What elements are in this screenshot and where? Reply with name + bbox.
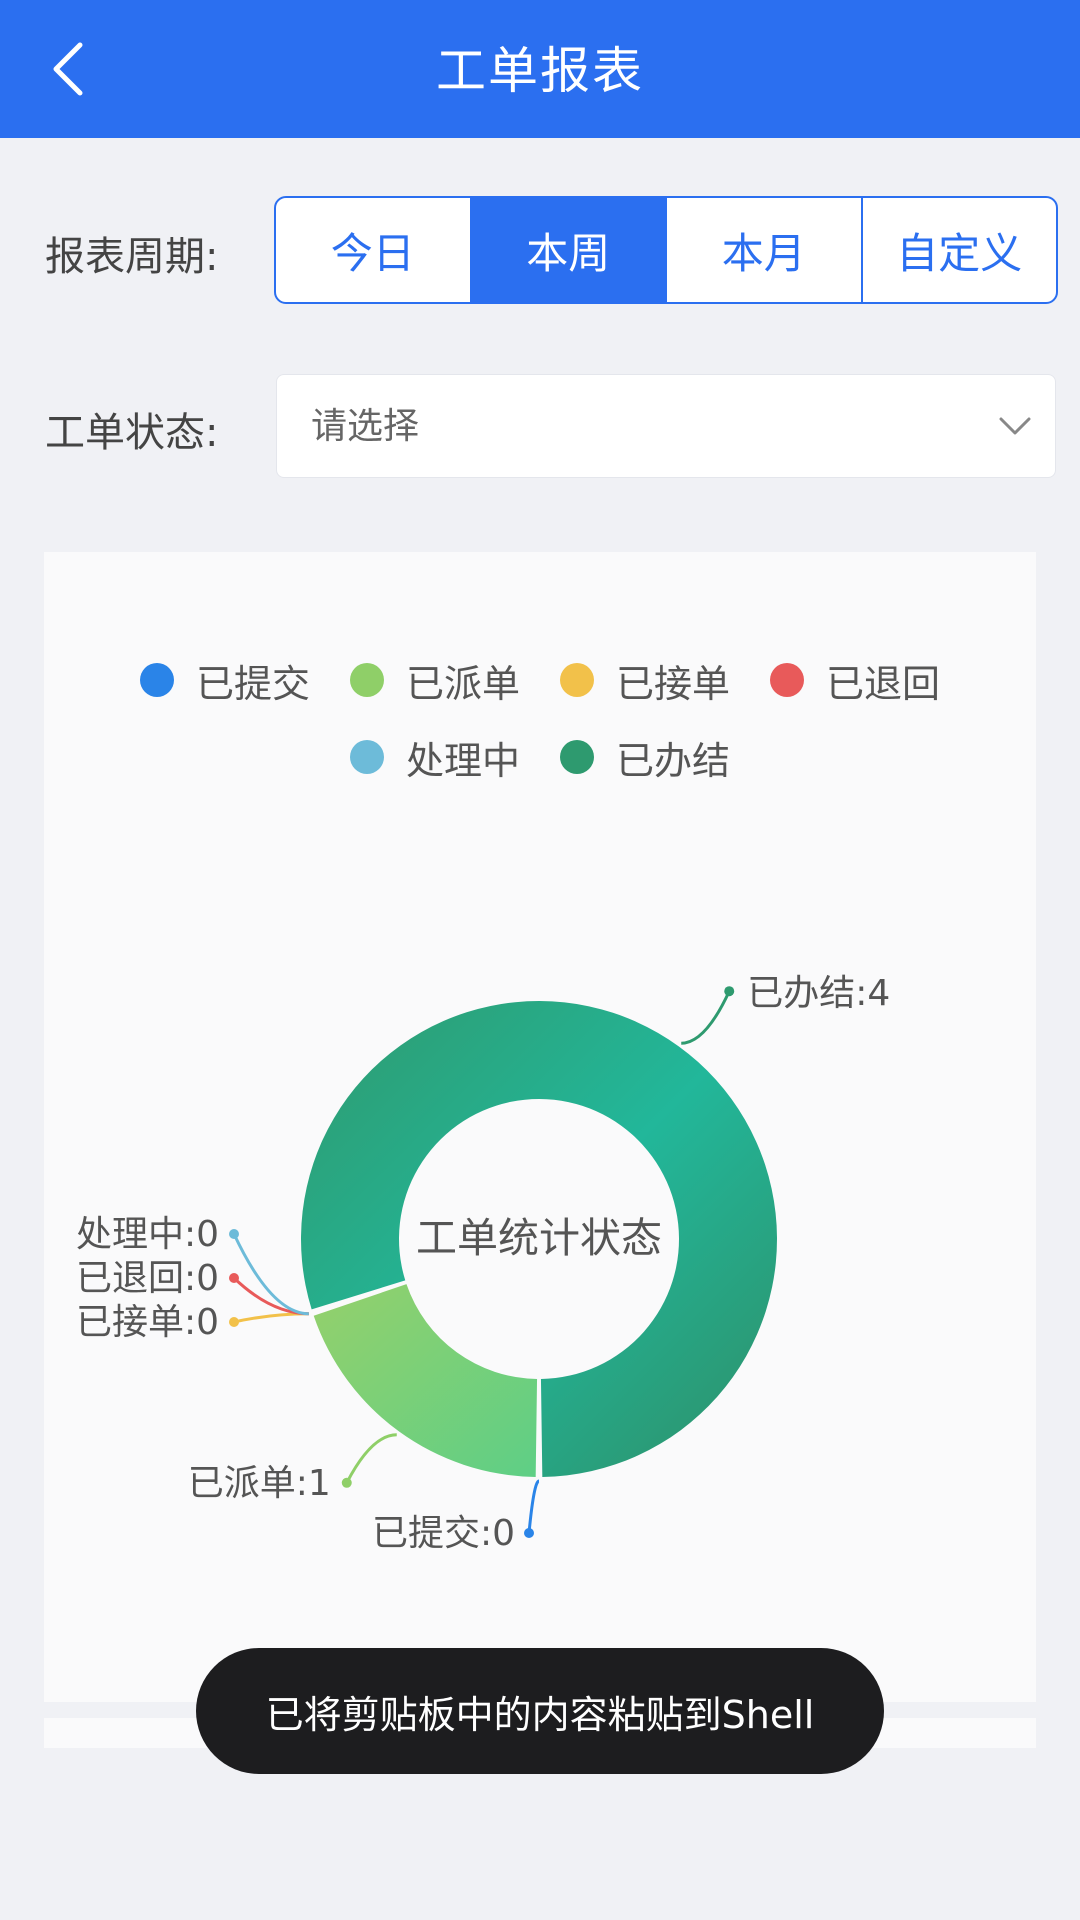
data-label-returned: 已退回:0 bbox=[76, 1258, 219, 1299]
status-select[interactable]: 请选择 bbox=[276, 374, 1056, 478]
data-label-dispatched: 已派单:1 bbox=[188, 1463, 331, 1504]
period-segmented-control: 今日 本周 本月 自定义 bbox=[274, 196, 1058, 304]
donut-chart: 已提交:0 已派单:1 已接单:0已退回:0处理中:0 已办结:4 工单统计状态 bbox=[76, 973, 890, 1554]
leader-line bbox=[232, 1233, 309, 1316]
leader-dot bbox=[724, 986, 735, 997]
data-label-completed: 已办结:4 bbox=[747, 973, 890, 1014]
page-title: 工单报表 bbox=[436, 42, 644, 100]
leader-line bbox=[527, 1479, 540, 1534]
leader-line bbox=[345, 1433, 397, 1484]
chart-title: 工单统计状态 bbox=[416, 1214, 662, 1262]
data-label-submitted: 已提交:0 bbox=[372, 1513, 515, 1554]
leader-dot bbox=[229, 1317, 239, 1327]
leader-dot bbox=[341, 1477, 352, 1488]
leader-dot bbox=[524, 1528, 534, 1538]
period-option-week[interactable]: 本周 bbox=[471, 198, 667, 302]
top-app-bar: 工单报表 bbox=[0, 0, 1080, 138]
period-option-today[interactable]: 今日 bbox=[276, 198, 472, 302]
data-label-accepted: 已接单:0 bbox=[76, 1302, 219, 1343]
chart-card: 已提交 已派单 已接单 已退回 处理中 已办结 已提交:0 已派单:1 已接单:… bbox=[44, 552, 1036, 1702]
status-select-placeholder: 请选择 bbox=[311, 406, 420, 447]
leader-line bbox=[681, 990, 731, 1045]
period-label: 报表周期: bbox=[45, 234, 219, 280]
leader-dot bbox=[229, 1273, 239, 1283]
donut-slice-dispatched[interactable] bbox=[313, 1284, 538, 1477]
toast-message: 已将剪贴板中的内容粘贴到Shell bbox=[196, 1648, 884, 1774]
leader-dot bbox=[229, 1229, 239, 1239]
period-option-month[interactable]: 本月 bbox=[667, 198, 863, 302]
data-label-processing: 处理中:0 bbox=[76, 1214, 219, 1255]
chevron-down-icon bbox=[999, 417, 1031, 435]
status-label: 工单状态: bbox=[45, 410, 219, 456]
period-option-custom[interactable]: 自定义 bbox=[863, 198, 1057, 302]
leader-line bbox=[233, 1312, 309, 1324]
